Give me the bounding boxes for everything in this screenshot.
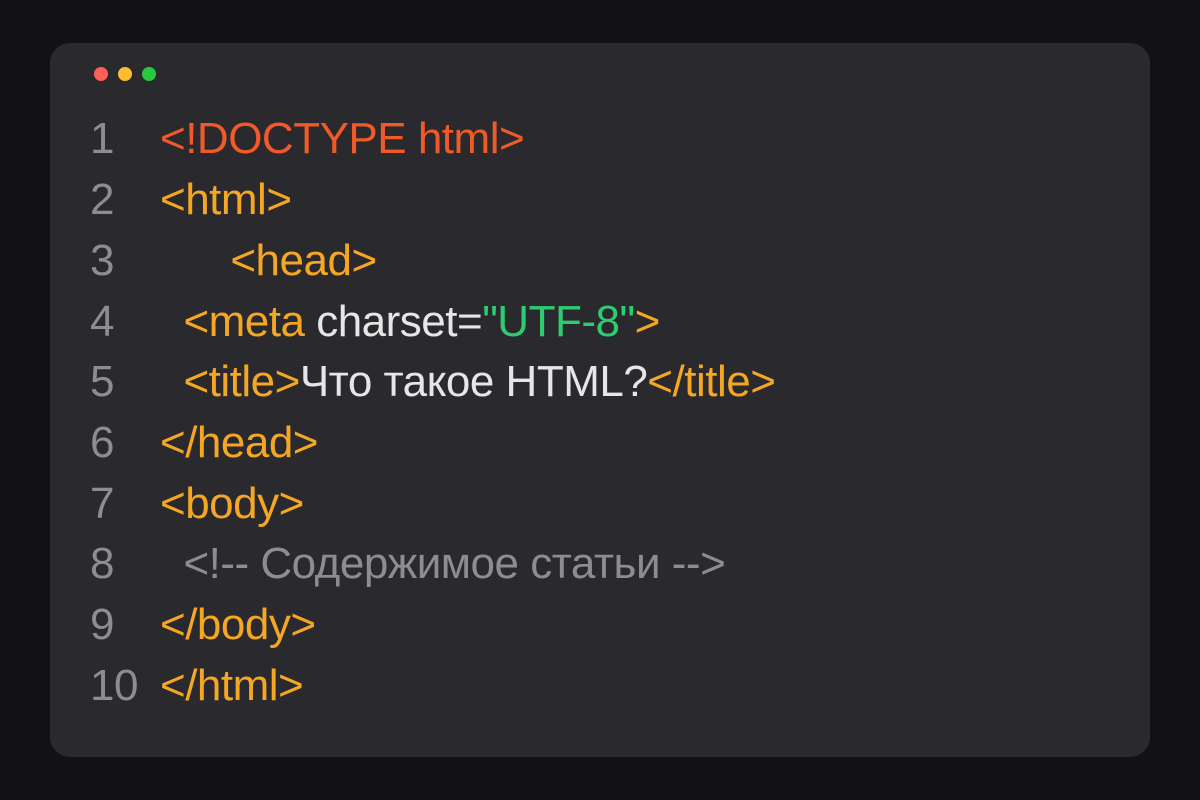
token-tag: </head>	[160, 418, 318, 467]
line-content: <!DOCTYPE html>	[160, 109, 1110, 170]
code-line: 1<!DOCTYPE html>	[90, 109, 1110, 170]
code-line: 4 <meta charset="UTF-8">	[90, 292, 1110, 353]
code-line: 2<html>	[90, 170, 1110, 231]
line-number: 8	[90, 534, 160, 595]
token-comment: <!-- Содержимое статьи -->	[183, 539, 725, 588]
code-line: 6</head>	[90, 413, 1110, 474]
line-number: 2	[90, 170, 160, 231]
token-tag: <body>	[160, 479, 304, 528]
window-controls	[90, 67, 1110, 81]
token-tag: <title>	[183, 357, 299, 406]
line-content: <html>	[160, 170, 1110, 231]
token-tag: <head>	[230, 236, 376, 285]
line-content: <head>	[160, 231, 1110, 292]
line-content: </head>	[160, 413, 1110, 474]
token-tag: </body>	[160, 600, 316, 649]
token-tag: </html>	[160, 661, 303, 710]
line-number: 10	[90, 656, 160, 717]
line-content: <title>Что такое HTML?</title>	[160, 352, 1110, 413]
line-content: <body>	[160, 474, 1110, 535]
line-number: 3	[90, 231, 160, 292]
line-number: 6	[90, 413, 160, 474]
line-number: 5	[90, 352, 160, 413]
token-tag: <meta	[183, 297, 304, 346]
code-area: 1<!DOCTYPE html>2<html>3 <head>4 <meta c…	[90, 109, 1110, 716]
token-tag: </title>	[647, 357, 775, 406]
line-number: 4	[90, 292, 160, 353]
code-line: 9</body>	[90, 595, 1110, 656]
token-doctype: <!DOCTYPE html>	[160, 114, 524, 163]
code-line: 5 <title>Что такое HTML?</title>	[90, 352, 1110, 413]
line-number: 7	[90, 474, 160, 535]
code-line: 3 <head>	[90, 231, 1110, 292]
token-tag: <html>	[160, 175, 292, 224]
code-line: 7<body>	[90, 474, 1110, 535]
line-content: </html>	[160, 656, 1110, 717]
minimize-icon[interactable]	[118, 67, 132, 81]
line-content: <!-- Содержимое статьи -->	[160, 534, 1110, 595]
code-line: 10</html>	[90, 656, 1110, 717]
token-text: Что такое HTML?	[300, 357, 647, 406]
token-attr: charset=	[304, 297, 482, 346]
zoom-icon[interactable]	[142, 67, 156, 81]
line-number: 1	[90, 109, 160, 170]
editor-window: 1<!DOCTYPE html>2<html>3 <head>4 <meta c…	[50, 43, 1150, 756]
line-content: </body>	[160, 595, 1110, 656]
line-number: 9	[90, 595, 160, 656]
close-icon[interactable]	[94, 67, 108, 81]
code-line: 8 <!-- Содержимое статьи -->	[90, 534, 1110, 595]
token-string: "UTF-8"	[482, 297, 634, 346]
token-tag: >	[635, 297, 660, 346]
line-content: <meta charset="UTF-8">	[160, 292, 1110, 353]
